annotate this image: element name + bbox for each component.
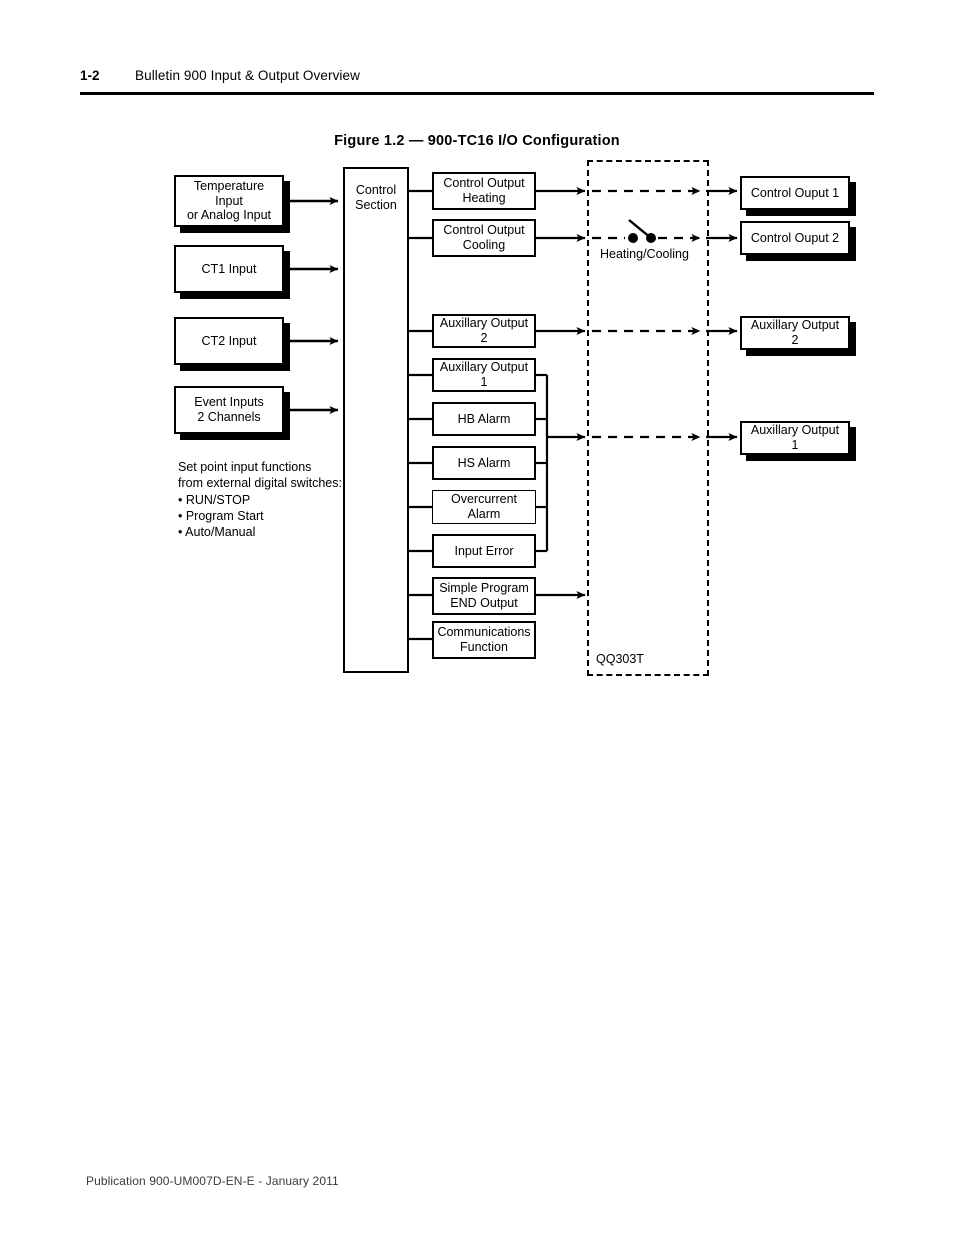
input-box-ct2[interactable]: CT2 Input xyxy=(174,317,284,365)
function-communications-line1: Communications xyxy=(437,625,531,640)
control-section-box[interactable]: Control Section xyxy=(343,167,409,673)
qq303t-module-box xyxy=(587,160,709,676)
function-box-auxillary-output-1[interactable]: Auxillary Output 1 xyxy=(432,358,536,392)
function-box-hs-alarm[interactable]: HS Alarm xyxy=(432,446,536,480)
function-box-control-output-cooling[interactable]: Control Output Cooling xyxy=(432,219,536,257)
output-box-auxillary-output-1[interactable]: Auxillary Output 1 xyxy=(740,421,850,455)
output-control-1-label: Control Ouput 1 xyxy=(750,185,840,200)
input-temperature-line2: or Analog Input xyxy=(186,208,272,223)
function-heating-line1: Control Output xyxy=(443,176,525,191)
function-box-input-error[interactable]: Input Error xyxy=(432,534,536,568)
input-ct2-label: CT2 Input xyxy=(201,333,257,348)
function-cooling-line1: Control Output xyxy=(443,223,525,238)
output-aux-2-label: Auxillary Output 2 xyxy=(750,318,840,347)
input-box-ct1[interactable]: CT1 Input xyxy=(174,245,284,293)
control-section-line2: Section xyxy=(355,197,397,212)
function-input-error-label: Input Error xyxy=(454,543,514,558)
control-section-label: Control Section xyxy=(345,183,407,213)
output-box-auxillary-output-2[interactable]: Auxillary Output 2 xyxy=(740,316,850,350)
heating-cooling-label: Heating/Cooling xyxy=(600,247,689,261)
input-box-event-inputs[interactable]: Event Inputs 2 Channels xyxy=(174,386,284,434)
output-box-control-ouput-2[interactable]: Control Ouput 2 xyxy=(740,221,850,255)
function-box-simple-program-end-output[interactable]: Simple Program END Output xyxy=(432,577,536,615)
function-aux1-label: Auxillary Output 1 xyxy=(439,360,529,389)
function-cooling-line2: Cooling xyxy=(462,238,506,252)
output-box-control-ouput-1[interactable]: Control Ouput 1 xyxy=(740,176,850,210)
function-hb-alarm-label: HB Alarm xyxy=(457,411,511,426)
figure-diagram: Temperature Input or Analog Input CT1 In… xyxy=(0,0,954,1235)
input-ct1-label: CT1 Input xyxy=(201,261,257,276)
function-box-communications-function[interactable]: Communications Function xyxy=(432,621,536,659)
input-box-temperature[interactable]: Temperature Input or Analog Input xyxy=(174,175,284,227)
function-aux2-label: Auxillary Output 2 xyxy=(439,316,529,345)
function-overcurrent-label: Overcurrent Alarm xyxy=(451,492,517,521)
function-hs-alarm-label: HS Alarm xyxy=(457,455,511,470)
function-box-auxillary-output-2[interactable]: Auxillary Output 2 xyxy=(432,314,536,348)
function-heating-line2: Heating xyxy=(462,191,506,205)
output-aux-1-label: Auxillary Output 1 xyxy=(750,423,840,452)
qq303t-label: QQ303T xyxy=(596,652,644,666)
function-simple-program-line2: END Output xyxy=(450,596,518,610)
function-box-hb-alarm[interactable]: HB Alarm xyxy=(432,402,536,436)
page-footer: Publication 900-UM007D-EN-E - January 20… xyxy=(86,1174,339,1188)
output-control-2-label: Control Ouput 2 xyxy=(750,230,840,245)
input-event-line2: 2 Channels xyxy=(197,410,261,424)
input-temperature-line1: Temperature Input xyxy=(193,178,265,208)
function-box-control-output-heating[interactable]: Control Output Heating xyxy=(432,172,536,210)
function-box-overcurrent-alarm[interactable]: Overcurrent Alarm xyxy=(432,490,536,524)
control-section-line1: Control xyxy=(355,183,397,197)
function-simple-program-line1: Simple Program xyxy=(439,581,529,596)
function-communications-line2: Function xyxy=(460,640,508,654)
input-event-line1: Event Inputs xyxy=(194,395,264,410)
